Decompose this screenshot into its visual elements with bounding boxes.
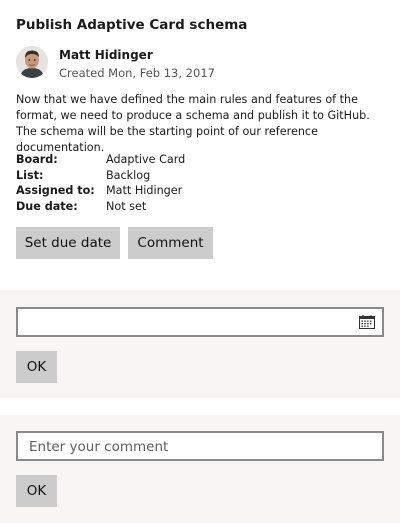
fact-label: List: <box>16 168 44 182</box>
fact-label: Due date: <box>16 199 78 213</box>
due-date-panel: OK <box>0 290 400 398</box>
card-title: Publish Adaptive Card schema <box>16 17 248 33</box>
fact-label: Assigned to: <box>16 184 95 197</box>
due-date-ok-button[interactable]: OK <box>16 351 57 383</box>
person-photo-icon <box>16 46 48 78</box>
set-due-date-button[interactable]: Set due date <box>16 227 120 259</box>
fact-label: Board: <box>16 153 58 166</box>
comment-input-placeholder: Enter your comment <box>29 439 169 455</box>
adaptive-card: Publish Adaptive Card schema Matt Hiding… <box>0 0 400 523</box>
fact-value: Matt Hidinger <box>106 184 183 197</box>
fact-board: Board: Adaptive Card <box>16 152 185 168</box>
card-description: Now that we have defined the main rules … <box>16 93 370 154</box>
date-input[interactable] <box>16 307 384 337</box>
fact-assigned-to: Assigned to: Matt Hidinger <box>16 183 185 199</box>
comment-panel: Enter your comment OK <box>0 415 400 523</box>
fact-list: List: Backlog <box>16 168 185 184</box>
avatar <box>16 46 48 78</box>
created-date: Created Mon, Feb 13, 2017 <box>59 66 215 80</box>
comment-input[interactable]: Enter your comment <box>16 431 384 461</box>
comment-ok-button[interactable]: OK <box>16 475 57 507</box>
comment-button[interactable]: Comment <box>128 227 213 259</box>
fact-due-date: Due date: Not set <box>16 199 185 215</box>
fact-set: Board: Adaptive Card List: Backlog Assig… <box>16 152 185 214</box>
calendar-icon[interactable] <box>359 315 375 329</box>
fact-value: Backlog <box>106 168 151 182</box>
fact-value: Adaptive Card <box>106 153 186 166</box>
fact-value: Not set <box>106 199 147 213</box>
author-name: Matt Hidinger <box>59 48 153 62</box>
